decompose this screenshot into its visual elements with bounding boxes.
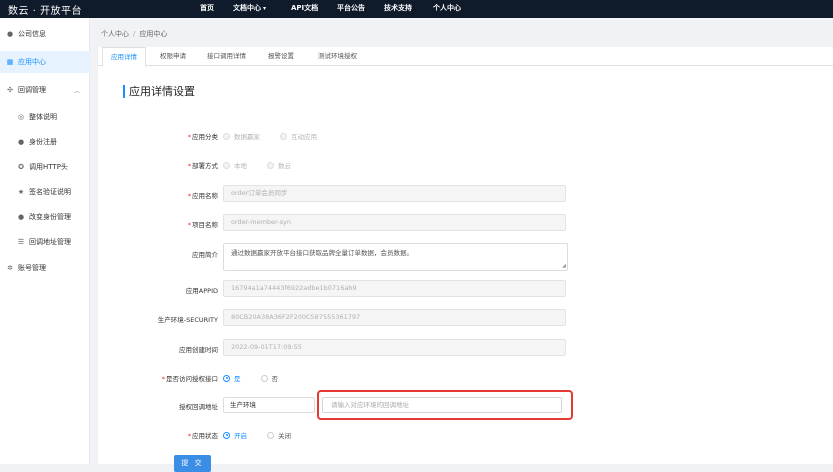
- tab-test-env-auth[interactable]: 测试环境授权: [310, 47, 365, 66]
- sidebar-item-account-management[interactable]: ✲ 账号管理: [0, 257, 90, 279]
- radio-circle: [267, 431, 274, 439]
- sidebar-item-callback-management[interactable]: ✣ 回调管理 ︿: [0, 79, 90, 101]
- project-name-input[interactable]: order-member-syn: [223, 214, 566, 231]
- radio-disabled[interactable]: 关闭: [267, 430, 291, 440]
- created-time-input[interactable]: 2022-09-01T17:09:55: [223, 339, 566, 356]
- label-app-category: *应用分类: [187, 133, 218, 141]
- radio-circle: [223, 161, 230, 169]
- info-icon: ●: [6, 30, 14, 38]
- grid-icon: ▦: [6, 58, 14, 66]
- sidebar-item-company-info[interactable]: ● 公司信息: [0, 23, 90, 45]
- app-name-input[interactable]: order订单会员同步: [223, 185, 566, 202]
- nav-docs[interactable]: 文档中心 ▾: [233, 3, 266, 13]
- radio-circle: [280, 132, 287, 140]
- app-intro-textarea[interactable]: 通过数据赢家开放平台接口获取品牌全量订单数据，会员数据。 ◢: [223, 243, 568, 271]
- section-title: 应用详情设置: [123, 85, 195, 98]
- deploy-mode-radio-group: 本地 数云: [223, 160, 311, 170]
- radio-no[interactable]: 否: [260, 373, 278, 383]
- security-input[interactable]: 80CB20A38A36F2F200C587555361797: [223, 309, 566, 326]
- radio-circle: [223, 132, 230, 140]
- radio-interactive-app[interactable]: 互动应用: [280, 131, 317, 141]
- label-project-name: *项目名称: [187, 221, 218, 229]
- radio-circle: [223, 374, 230, 382]
- settings-icon: ✪: [18, 163, 24, 171]
- sidebar-item-callback-address[interactable]: ☰ 回调地址管理: [0, 231, 90, 253]
- callback-icon: ✣: [7, 86, 13, 94]
- sidebar-item-identity-management[interactable]: ● 改变身份管理: [0, 206, 90, 228]
- user-icon: ●: [17, 138, 25, 146]
- nav-support[interactable]: 技术支持: [384, 3, 412, 13]
- tab-api-call-details[interactable]: 接口调用详情: [199, 47, 254, 66]
- globe-icon: ◎: [17, 113, 25, 121]
- sidebar-item-signature[interactable]: ★ 签名验证说明: [0, 181, 90, 203]
- breadcrumb-separator: /: [133, 30, 136, 38]
- user-icon: ●: [17, 213, 25, 221]
- radio-circle: [223, 431, 230, 439]
- radio-circle: [260, 374, 268, 382]
- nav-personal-center[interactable]: 个人中心: [433, 3, 461, 13]
- callback-url-input[interactable]: 请输入对应环境的回调地址: [322, 397, 562, 413]
- radio-yes[interactable]: 是: [223, 373, 241, 383]
- sidebar: ● 公司信息 ▦ 应用中心 ✣ 回调管理 ︿ ◎ 整体说明 ● 身份注册 ✪ 调用HTTP头…: [0, 18, 90, 464]
- list-icon: ☰: [17, 238, 25, 246]
- app-category-radio-group: 数据赢家 互动应用: [223, 131, 337, 141]
- sidebar-item-identity-register[interactable]: ● 身份注册: [0, 131, 90, 153]
- resize-handle-icon[interactable]: ◢: [562, 263, 566, 269]
- star-icon: ★: [17, 188, 25, 196]
- app-id-input[interactable]: 16794a1a74443f6922adbe1b0716ab9: [223, 280, 566, 297]
- label-created-time: 应用创建时间: [179, 346, 218, 354]
- logo[interactable]: 数云 · 开放平台: [8, 2, 82, 17]
- breadcrumb: 个人中心 / 应用中心: [101, 29, 167, 39]
- sidebar-item-overview[interactable]: ◎ 整体说明: [0, 106, 90, 128]
- environment-select[interactable]: 生产环境: [223, 397, 315, 413]
- label-app-status: *应用状态: [187, 432, 218, 440]
- breadcrumb-parent[interactable]: 个人中心: [101, 30, 129, 38]
- sidebar-item-app-center[interactable]: ▦ 应用中心: [0, 51, 90, 73]
- label-authorize-api: *是否访问授权接口: [161, 375, 218, 383]
- nav-announcements[interactable]: 平台公告: [337, 3, 365, 13]
- label-app-intro: 应用简介: [192, 251, 218, 259]
- label-app-id: 应用APPID: [185, 287, 218, 295]
- radio-circle: [267, 161, 274, 169]
- tab-permission-request[interactable]: 权限申请: [152, 47, 194, 66]
- radio-enabled[interactable]: 开启: [223, 430, 247, 440]
- sidebar-item-http-headers[interactable]: ✪ 调用HTTP头: [0, 156, 90, 178]
- app-status-radio-group: 开启 关闭: [223, 430, 311, 440]
- label-callback-url: 授权回调地址: [179, 403, 218, 411]
- tab-bar: 应用详情 权限申请 接口调用详情 报警设置 测试环境授权: [98, 47, 833, 67]
- radio-local[interactable]: 本地: [223, 160, 247, 170]
- radio-data-winner[interactable]: 数据赢家: [223, 131, 260, 141]
- top-header: 数云 · 开放平台 首页 文档中心 ▾ API文档 平台公告 技术支持 个人中心: [0, 0, 833, 18]
- label-app-name: *应用名称: [187, 192, 218, 200]
- chevron-down-icon: ▾: [263, 5, 267, 12]
- gear-icon: ✲: [7, 264, 13, 272]
- authorize-api-radio-group: 是 否: [223, 373, 298, 383]
- chevron-up-icon: ︿: [73, 87, 80, 95]
- nav-api-docs[interactable]: API文档: [291, 3, 318, 13]
- radio-shuyun[interactable]: 数云: [267, 160, 291, 170]
- label-security: 生产环境-SECURITY: [157, 316, 218, 324]
- breadcrumb-current: 应用中心: [139, 30, 168, 38]
- main-content: 个人中心 / 应用中心 应用详情 权限申请 接口调用详情 报警设置 测试环境授权 应…: [98, 18, 833, 472]
- tab-app-details[interactable]: 应用详情: [102, 47, 146, 67]
- label-deploy-mode: *部署方式: [187, 162, 218, 170]
- detail-panel: 应用详情 权限申请 接口调用详情 报警设置 测试环境授权 应用详情设置 *应用分…: [98, 47, 833, 472]
- nav-home[interactable]: 首页: [200, 3, 214, 13]
- tab-alarm-settings[interactable]: 报警设置: [260, 47, 302, 66]
